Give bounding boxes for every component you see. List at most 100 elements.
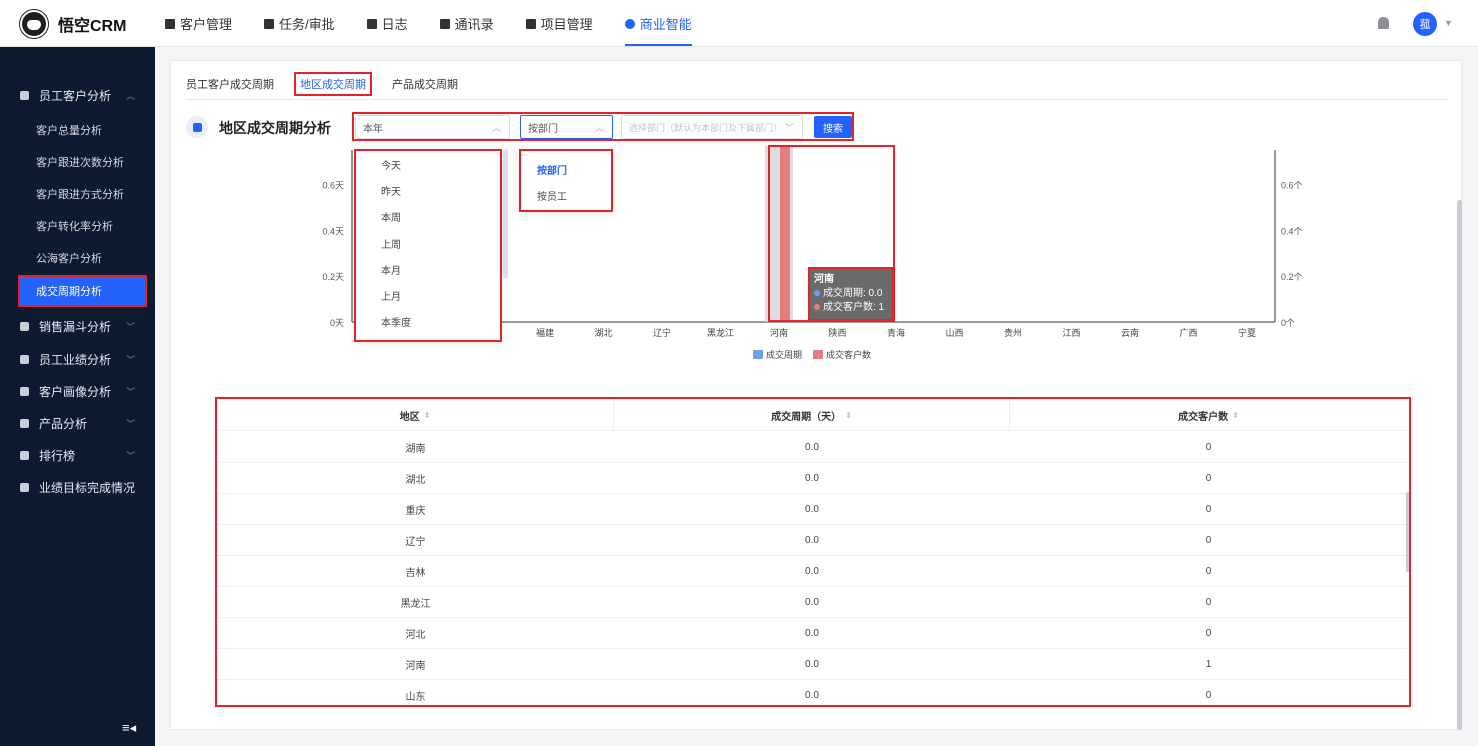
nav-customer-management[interactable]: 客户管理 xyxy=(165,0,232,47)
sort-icon[interactable]: ⬍ xyxy=(845,411,852,420)
sidebar-group-customer-portrait[interactable]: 客户画像分析 ﹀ xyxy=(0,375,155,407)
cell-region: 河北 xyxy=(405,630,426,641)
box-icon xyxy=(20,418,29,428)
column-header-region[interactable]: 地区 ⬍ xyxy=(217,399,614,431)
table-row[interactable]: 吉林 0.0 0 xyxy=(217,556,1407,587)
period-option-this-month[interactable]: 本月 xyxy=(381,262,401,277)
nav-contacts[interactable]: 通讯录 xyxy=(439,0,494,47)
table-row[interactable]: 湖南 0.0 0 xyxy=(217,432,1407,463)
table-scrollbar[interactable] xyxy=(1406,492,1409,572)
tab-region-deal-cycle[interactable]: 地区成交周期 xyxy=(294,72,372,96)
period-option-last-month[interactable]: 上月 xyxy=(381,288,401,303)
cell-region: 湖南 xyxy=(405,444,426,455)
nav-business-intelligence[interactable]: 商业智能 xyxy=(624,0,692,47)
period-option-this-week[interactable]: 本周 xyxy=(381,209,401,224)
nav-log[interactable]: 日志 xyxy=(366,0,408,47)
briefcase-icon xyxy=(264,18,275,29)
department-select[interactable]: 选择部门（默认为本部门及下属部门） ﹀ xyxy=(621,115,803,139)
period-dropdown: 今天 昨天 本周 上周 本月 上月 本季度 xyxy=(354,149,502,342)
table-row[interactable]: 辽宁 0.0 0 xyxy=(217,525,1407,556)
nav-tasks-approval[interactable]: 任务/审批 xyxy=(264,0,335,47)
chevron-down-icon: ﹀ xyxy=(125,450,135,461)
chevron-up-icon: ︿ xyxy=(594,123,604,133)
column-header-cycle[interactable]: 成交周期（天） ⬍ xyxy=(614,399,1010,431)
cell-cycle: 0.0 xyxy=(805,690,819,701)
tab-employee-deal-cycle[interactable]: 员工客户成交周期 xyxy=(186,72,274,96)
x-tick-label: 山西 xyxy=(945,328,963,338)
funnel-icon xyxy=(20,321,29,331)
table-row[interactable]: 河北 0.0 0 xyxy=(217,618,1407,649)
chevron-down-icon: ﹀ xyxy=(784,123,794,133)
address-book-icon xyxy=(439,18,450,29)
sidebar-item-public-pool[interactable]: 公海客户分析 xyxy=(36,244,102,272)
grid-icon xyxy=(186,116,208,138)
sidebar-group-sales-funnel[interactable]: 销售漏斗分析 ﹀ xyxy=(0,310,155,342)
sidebar-group-product-analysis[interactable]: 产品分析 ﹀ xyxy=(0,407,155,439)
period-option-last-week[interactable]: 上周 xyxy=(381,236,401,251)
tabs-divider xyxy=(186,99,1448,100)
user-avatar[interactable]: 菰 xyxy=(1413,12,1437,36)
sidebar-item-followup-count[interactable]: 客户跟进次数分析 xyxy=(36,148,124,176)
cell-count: 0 xyxy=(1205,535,1212,546)
cell-count: 0 xyxy=(1205,473,1212,484)
cell-cycle: 0.0 xyxy=(805,504,819,515)
cell-cycle: 0.0 xyxy=(805,442,819,453)
caret-down-icon[interactable]: ▼ xyxy=(1444,18,1453,28)
sidebar-item-deal-cycle[interactable]: 成交周期分析 xyxy=(18,275,147,307)
app-name: 悟空CRM xyxy=(58,18,127,35)
sort-icon[interactable]: ⬍ xyxy=(424,411,431,420)
sidebar-item-customer-total[interactable]: 客户总量分析 xyxy=(36,116,102,144)
dropdown-scrollbar[interactable] xyxy=(503,149,508,279)
table-row[interactable]: 黑龙江 0.0 0 xyxy=(217,587,1407,618)
analysis-tabs: 员工客户成交周期 地区成交周期 产品成交周期 xyxy=(186,72,484,100)
users-icon xyxy=(20,386,29,396)
mode-option-employee[interactable]: 按员工 xyxy=(537,188,567,203)
search-button[interactable]: 搜索 xyxy=(814,116,852,138)
page-scrollbar[interactable] xyxy=(1457,200,1462,730)
sidebar-group-ranking[interactable]: 排行榜 ﹀ xyxy=(0,439,155,471)
cell-region: 辽宁 xyxy=(405,537,426,548)
cell-count: 1 xyxy=(1205,659,1212,670)
sidebar-item-conversion-rate[interactable]: 客户转化率分析 xyxy=(36,212,113,240)
sidebar-group-employee-performance[interactable]: 员工业绩分析 ﹀ xyxy=(0,343,155,375)
mode-option-department[interactable]: 按部门 xyxy=(537,162,567,177)
cell-cycle: 0.0 xyxy=(805,659,819,670)
cell-cycle: 0.0 xyxy=(805,473,819,484)
period-option-yesterday[interactable]: 昨天 xyxy=(381,183,401,198)
sidebar-item-followup-method[interactable]: 客户跟进方式分析 xyxy=(36,180,124,208)
chevron-down-icon: ﹀ xyxy=(125,354,135,365)
y-left-tick-label: 0天 xyxy=(330,318,344,328)
cell-region: 山东 xyxy=(405,692,426,703)
mode-select[interactable]: 按部门 ︿ xyxy=(520,115,613,139)
column-header-count[interactable]: 成交客户数 ⬍ xyxy=(1010,399,1407,431)
blue-dot-icon xyxy=(814,290,820,297)
nav-project-management[interactable]: 项目管理 xyxy=(525,0,593,47)
cell-count: 0 xyxy=(1205,442,1212,453)
bell-icon[interactable] xyxy=(1378,17,1389,29)
table-row[interactable]: 湖北 0.0 0 xyxy=(217,463,1407,494)
sidebar-group-goal-completion[interactable]: 业绩目标完成情况 xyxy=(0,471,155,503)
table-row[interactable]: 山东 0.0 0 xyxy=(217,680,1407,705)
cell-count: 0 xyxy=(1205,597,1212,608)
table-row[interactable]: 重庆 0.0 0 xyxy=(217,494,1407,525)
app-logo[interactable]: 悟空CRM xyxy=(20,9,126,39)
top-navbar: 悟空CRM 客户管理 任务/审批 日志 通讯录 项目管理 商业智能 菰 ▼ xyxy=(0,0,1478,47)
sidebar-group-employee-customer-analysis[interactable]: 员工客户分析 ︿ xyxy=(0,79,155,111)
sort-icon[interactable]: ⬍ xyxy=(1232,411,1239,420)
period-select[interactable]: 本年 ︿ xyxy=(355,115,510,139)
period-option-today[interactable]: 今天 xyxy=(381,157,401,172)
x-tick-label: 宁夏 xyxy=(1238,327,1256,338)
cell-cycle: 0.0 xyxy=(805,535,819,546)
chevron-up-icon: ︿ xyxy=(491,123,501,133)
collapse-menu-icon[interactable]: ≡◂ xyxy=(122,720,138,735)
x-tick-label: 贵州 xyxy=(1004,327,1022,338)
page-title: 地区成交周期分析 xyxy=(219,120,331,136)
table-row[interactable]: 河南 0.0 1 xyxy=(217,649,1407,680)
monkey-logo-icon xyxy=(20,10,48,38)
x-tick-label: 福建 xyxy=(536,327,554,338)
tooltip-line-cycle: 成交周期: 0.0 xyxy=(823,288,883,299)
cell-region: 重庆 xyxy=(405,506,426,517)
period-option-this-quarter[interactable]: 本季度 xyxy=(381,314,411,329)
x-tick-label: 河南 xyxy=(770,327,788,338)
tab-product-deal-cycle[interactable]: 产品成交周期 xyxy=(392,72,458,96)
